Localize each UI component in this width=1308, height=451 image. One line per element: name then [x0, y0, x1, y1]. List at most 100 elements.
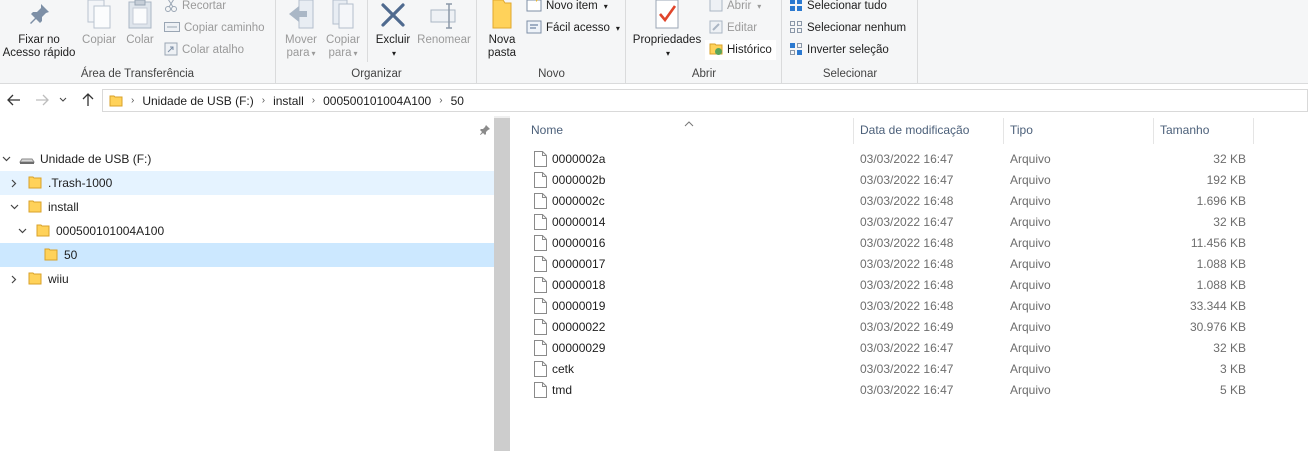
forward-button[interactable]	[32, 90, 52, 110]
chevron-right-icon[interactable]	[8, 273, 20, 285]
file-name: 00000017	[552, 257, 606, 271]
chevron-right-icon[interactable]: ›	[308, 95, 319, 106]
rename-button[interactable]: Renomear	[415, 0, 473, 66]
column-header-modified[interactable]: Data de modificação	[860, 123, 969, 137]
scrollbar-thumb[interactable]	[494, 118, 510, 451]
file-type: Arquivo	[1010, 257, 1051, 271]
open-button[interactable]: Abrir ▾	[709, 0, 761, 16]
tree-item-title-id[interactable]: 000500101004A100	[0, 219, 494, 243]
file-modified: 03/03/2022 16:47	[860, 215, 954, 229]
file-name: 00000019	[552, 299, 606, 313]
copy-to-icon	[329, 0, 357, 34]
chevron-right-icon[interactable]: ›	[258, 95, 269, 106]
chevron-right-icon[interactable]	[8, 177, 20, 189]
chevron-right-icon[interactable]: ›	[435, 95, 446, 106]
file-row[interactable]: 00000019 03/03/2022 16:48 Arquivo 33.344 KB	[526, 296, 1266, 317]
column-header-name[interactable]: Nome	[531, 123, 563, 137]
file-row[interactable]: 00000022 03/03/2022 16:49 Arquivo 30.976 KB	[526, 317, 1266, 338]
file-row[interactable]: 0000002a 03/03/2022 16:47 Arquivo 32 KB	[526, 149, 1266, 170]
tree-item-wiiu[interactable]: wiiu	[0, 267, 494, 291]
column-header-type[interactable]: Tipo	[1010, 123, 1033, 137]
pin-icon[interactable]	[480, 124, 490, 138]
up-arrow-icon	[82, 93, 94, 106]
file-type: Arquivo	[1010, 341, 1051, 355]
select-none-label: Selecionar nenhum	[807, 22, 907, 34]
file-row[interactable]: 00000018 03/03/2022 16:48 Arquivo 1.088 KB	[526, 275, 1266, 296]
column-divider[interactable]	[853, 118, 854, 144]
tree-item-install[interactable]: install	[0, 195, 494, 219]
easy-access-button[interactable]: Fácil acesso ▾	[526, 18, 620, 38]
select-none-button[interactable]: Selecionar nenhum	[789, 18, 906, 38]
file-name: 0000002a	[552, 152, 606, 166]
chevron-down-icon[interactable]	[8, 201, 20, 213]
file-row[interactable]: cetk 03/03/2022 16:47 Arquivo 3 KB	[526, 359, 1266, 380]
properties-button[interactable]: Propriedades ▾	[629, 0, 705, 66]
move-to-button[interactable]: Mover para ▾	[281, 0, 321, 66]
file-icon	[534, 172, 547, 191]
cut-label: Recortar	[182, 0, 227, 12]
chevron-down-icon: ▾	[353, 49, 358, 58]
file-name: 00000029	[552, 341, 606, 355]
paste-shortcut-button[interactable]: Colar atalho	[164, 40, 244, 60]
file-row[interactable]: 00000014 03/03/2022 16:47 Arquivo 32 KB	[526, 212, 1266, 233]
breadcrumb-install[interactable]: install	[269, 94, 308, 108]
clipboard-group-label: Área de Transferência	[80, 68, 195, 80]
breadcrumb-drive[interactable]: Unidade de USB (F:)	[138, 94, 257, 108]
paste-button[interactable]: Colar	[120, 0, 160, 66]
up-button[interactable]	[78, 90, 98, 110]
file-row[interactable]: 00000016 03/03/2022 16:48 Arquivo 11.456 KB	[526, 233, 1266, 254]
organize-divider	[367, 0, 368, 62]
select-all-icon	[789, 0, 803, 15]
select-all-button[interactable]: Selecionar tudo	[789, 0, 887, 16]
copy-to-button[interactable]: Copiar para ▾	[323, 0, 363, 66]
file-icon	[534, 151, 547, 170]
invert-selection-button[interactable]: Inverter seleção	[789, 40, 889, 60]
edit-button[interactable]: Editar	[709, 18, 757, 38]
chevron-down-icon[interactable]	[0, 153, 12, 165]
copy-path-button[interactable]: Copiar caminho	[164, 18, 265, 38]
scissors-icon	[164, 0, 178, 15]
file-name: 00000014	[552, 215, 606, 229]
breadcrumb-current[interactable]: 50	[447, 94, 468, 108]
chevron-down-icon[interactable]	[16, 225, 28, 237]
tree-item-50[interactable]: 50	[0, 243, 494, 267]
file-type: Arquivo	[1010, 173, 1051, 187]
file-type: Arquivo	[1010, 278, 1051, 292]
file-type: Arquivo	[1010, 215, 1051, 229]
file-size: 1.088 KB	[1196, 257, 1246, 271]
file-name: tmd	[552, 383, 573, 397]
rename-icon	[429, 0, 459, 34]
column-divider[interactable]	[1153, 118, 1154, 144]
recent-locations-button[interactable]	[56, 90, 70, 110]
new-item-button[interactable]: Novo item ▾	[526, 0, 608, 16]
column-header-size[interactable]: Tamanho	[1160, 123, 1209, 137]
new-folder-button[interactable]: Nova pasta	[482, 0, 522, 66]
column-divider[interactable]	[1253, 118, 1254, 144]
folder-icon	[109, 94, 123, 108]
file-row[interactable]: 0000002b 03/03/2022 16:47 Arquivo 192 KB	[526, 170, 1266, 191]
tree-item-drive[interactable]: Unidade de USB (F:)	[0, 147, 494, 171]
address-bar[interactable]: › Unidade de USB (F:) › install › 000500…	[102, 89, 1308, 112]
file-type: Arquivo	[1010, 383, 1051, 397]
file-row[interactable]: 00000017 03/03/2022 16:48 Arquivo 1.088 KB	[526, 254, 1266, 275]
file-icon	[534, 361, 547, 380]
pin-quick-access-button[interactable]: Fixar no Acesso rápido	[0, 0, 78, 66]
delete-button[interactable]: Excluir ▾	[371, 0, 415, 66]
file-icon	[534, 340, 547, 359]
file-row[interactable]: tmd 03/03/2022 16:47 Arquivo 5 KB	[526, 380, 1266, 401]
copy-button[interactable]: Copiar	[80, 0, 118, 66]
back-button[interactable]	[4, 90, 24, 110]
file-row[interactable]: 00000029 03/03/2022 16:47 Arquivo 32 KB	[526, 338, 1266, 359]
clipboard-group: Fixar no Acesso rápido Copiar Colar Reco…	[0, 0, 276, 84]
tree-item-trash[interactable]: .Trash-1000	[0, 171, 494, 195]
file-modified: 03/03/2022 16:48	[860, 194, 954, 208]
file-row[interactable]: 0000002c 03/03/2022 16:48 Arquivo 1.696 KB	[526, 191, 1266, 212]
navigation-scrollbar[interactable]	[494, 116, 510, 451]
breadcrumb-title-id[interactable]: 000500101004A100	[319, 94, 435, 108]
history-button[interactable]: Histórico	[705, 40, 776, 60]
column-divider[interactable]	[1003, 118, 1004, 144]
open-group: Propriedades ▾ Abrir ▾ Editar Histórico …	[627, 0, 782, 84]
cut-button[interactable]: Recortar	[164, 0, 226, 16]
file-modified: 03/03/2022 16:47	[860, 383, 954, 397]
paste-label: Colar	[126, 34, 154, 46]
